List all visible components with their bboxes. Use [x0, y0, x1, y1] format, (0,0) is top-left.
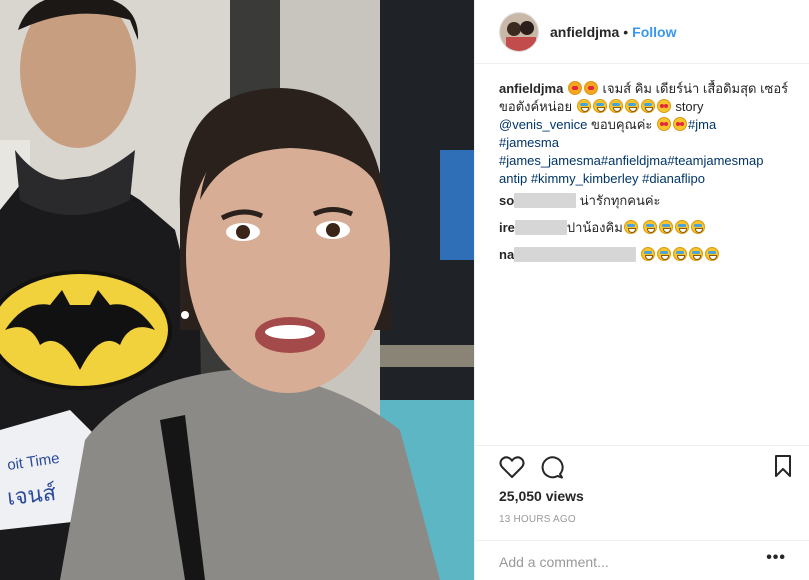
tears-of-joy-emoji-icon [656, 247, 671, 261]
tears-of-joy-emoji-icon [643, 220, 658, 234]
hashtag-link[interactable]: antip [499, 171, 527, 186]
cat-heart-eyes-emoji-icon [567, 81, 582, 95]
caption-text: story [675, 99, 704, 114]
tears-of-joy-emoji-icon [675, 220, 690, 234]
redacted-username [514, 193, 577, 208]
cat-heart-eyes-emoji-icon [583, 81, 598, 95]
hashtag-link[interactable]: #jma [688, 117, 716, 132]
comment-text: น่ารักทุกคนค่ะ [579, 193, 661, 208]
svg-text:เจนส์: เจนส์ [6, 480, 58, 510]
heart-eyes-emoji-icon [657, 117, 671, 131]
post-username[interactable]: anfieldjma [550, 24, 619, 40]
tears-of-joy-emoji-icon [624, 99, 639, 113]
heart-eyes-emoji-icon [673, 117, 687, 131]
ellipsis-icon[interactable]: ••• [766, 549, 786, 567]
hashtag-link[interactable]: #james_jamesma#anfieldjma#teamjamesmap [499, 153, 763, 168]
tears-of-joy-emoji-icon [672, 247, 687, 261]
comment-username[interactable]: na [499, 247, 514, 262]
comment-username[interactable]: so [499, 193, 514, 208]
post-side-panel: anfieldjma • Follow anfieldjma เจมส์ คิม… [474, 0, 809, 580]
post-header: anfieldjma • Follow [475, 0, 809, 64]
speech-bubble-icon[interactable] [540, 455, 564, 482]
tears-of-joy-emoji-icon [608, 99, 623, 113]
redacted-username [514, 220, 567, 235]
mention-link[interactable]: @venis_venice [499, 117, 587, 132]
tears-of-joy-emoji-icon [576, 99, 591, 113]
tears-of-joy-emoji-icon [688, 247, 703, 261]
tears-of-joy-emoji-icon [623, 220, 638, 234]
comment-text: ปาน้องคิม [566, 220, 623, 235]
hashtag-link[interactable]: #jamesma [499, 135, 559, 150]
avatar-image [500, 12, 538, 51]
tears-of-joy-emoji-icon [704, 247, 719, 261]
caption-text: เจมส์ คิม เดียร์น่า เสื้อดิมสุด [602, 81, 757, 96]
video-frame-illustration: oit Time เจนส์ [0, 0, 474, 580]
post-video[interactable]: oit Time เจนส์ [0, 0, 474, 580]
separator-dot: • [623, 23, 629, 40]
add-comment-input[interactable]: Add a comment... [499, 554, 609, 570]
caption-username[interactable]: anfieldjma [499, 81, 563, 96]
heart-outline-icon[interactable] [499, 455, 525, 482]
add-comment-bar: Add a comment... ••• [475, 540, 809, 580]
post-caption: anfieldjma เจมส์ คิม เดียร์น่า เสื้อดิมส… [499, 80, 799, 188]
tears-of-joy-emoji-icon [640, 99, 655, 113]
instagram-post-modal: oit Time เจนส์ anfieldjma • Follow anfie… [0, 0, 809, 580]
comment-item: so น่ารักทุกคนค่ะ [499, 192, 799, 210]
heart-eyes-emoji-icon [656, 99, 671, 113]
tears-of-joy-emoji-icon [592, 99, 607, 113]
comment-item: na [499, 246, 799, 264]
comments-list: anfieldjma เจมส์ คิม เดียร์น่า เสื้อดิมส… [499, 80, 799, 440]
actions-divider [475, 445, 809, 446]
caption-text: ขอบคุณค่ะ [590, 117, 653, 132]
bookmark-icon[interactable] [774, 455, 792, 480]
tears-of-joy-emoji-icon [659, 220, 674, 234]
views-count[interactable]: 25,050 views [499, 488, 584, 504]
tears-of-joy-emoji-icon [691, 220, 706, 234]
action-bar [499, 455, 792, 481]
tears-of-joy-emoji-icon [640, 247, 655, 261]
hashtag-link[interactable]: #kimmy_kimberley [531, 171, 639, 186]
post-timestamp[interactable]: 13 HOURS AGO [499, 514, 576, 525]
comment-username[interactable]: ire [499, 220, 515, 235]
hashtag-link[interactable]: #dianaflipo [642, 171, 705, 186]
redacted-username [514, 247, 637, 262]
avatar[interactable] [499, 11, 539, 52]
comment-item: ire ปาน้องคิม [499, 219, 799, 237]
follow-button[interactable]: Follow [632, 24, 676, 40]
